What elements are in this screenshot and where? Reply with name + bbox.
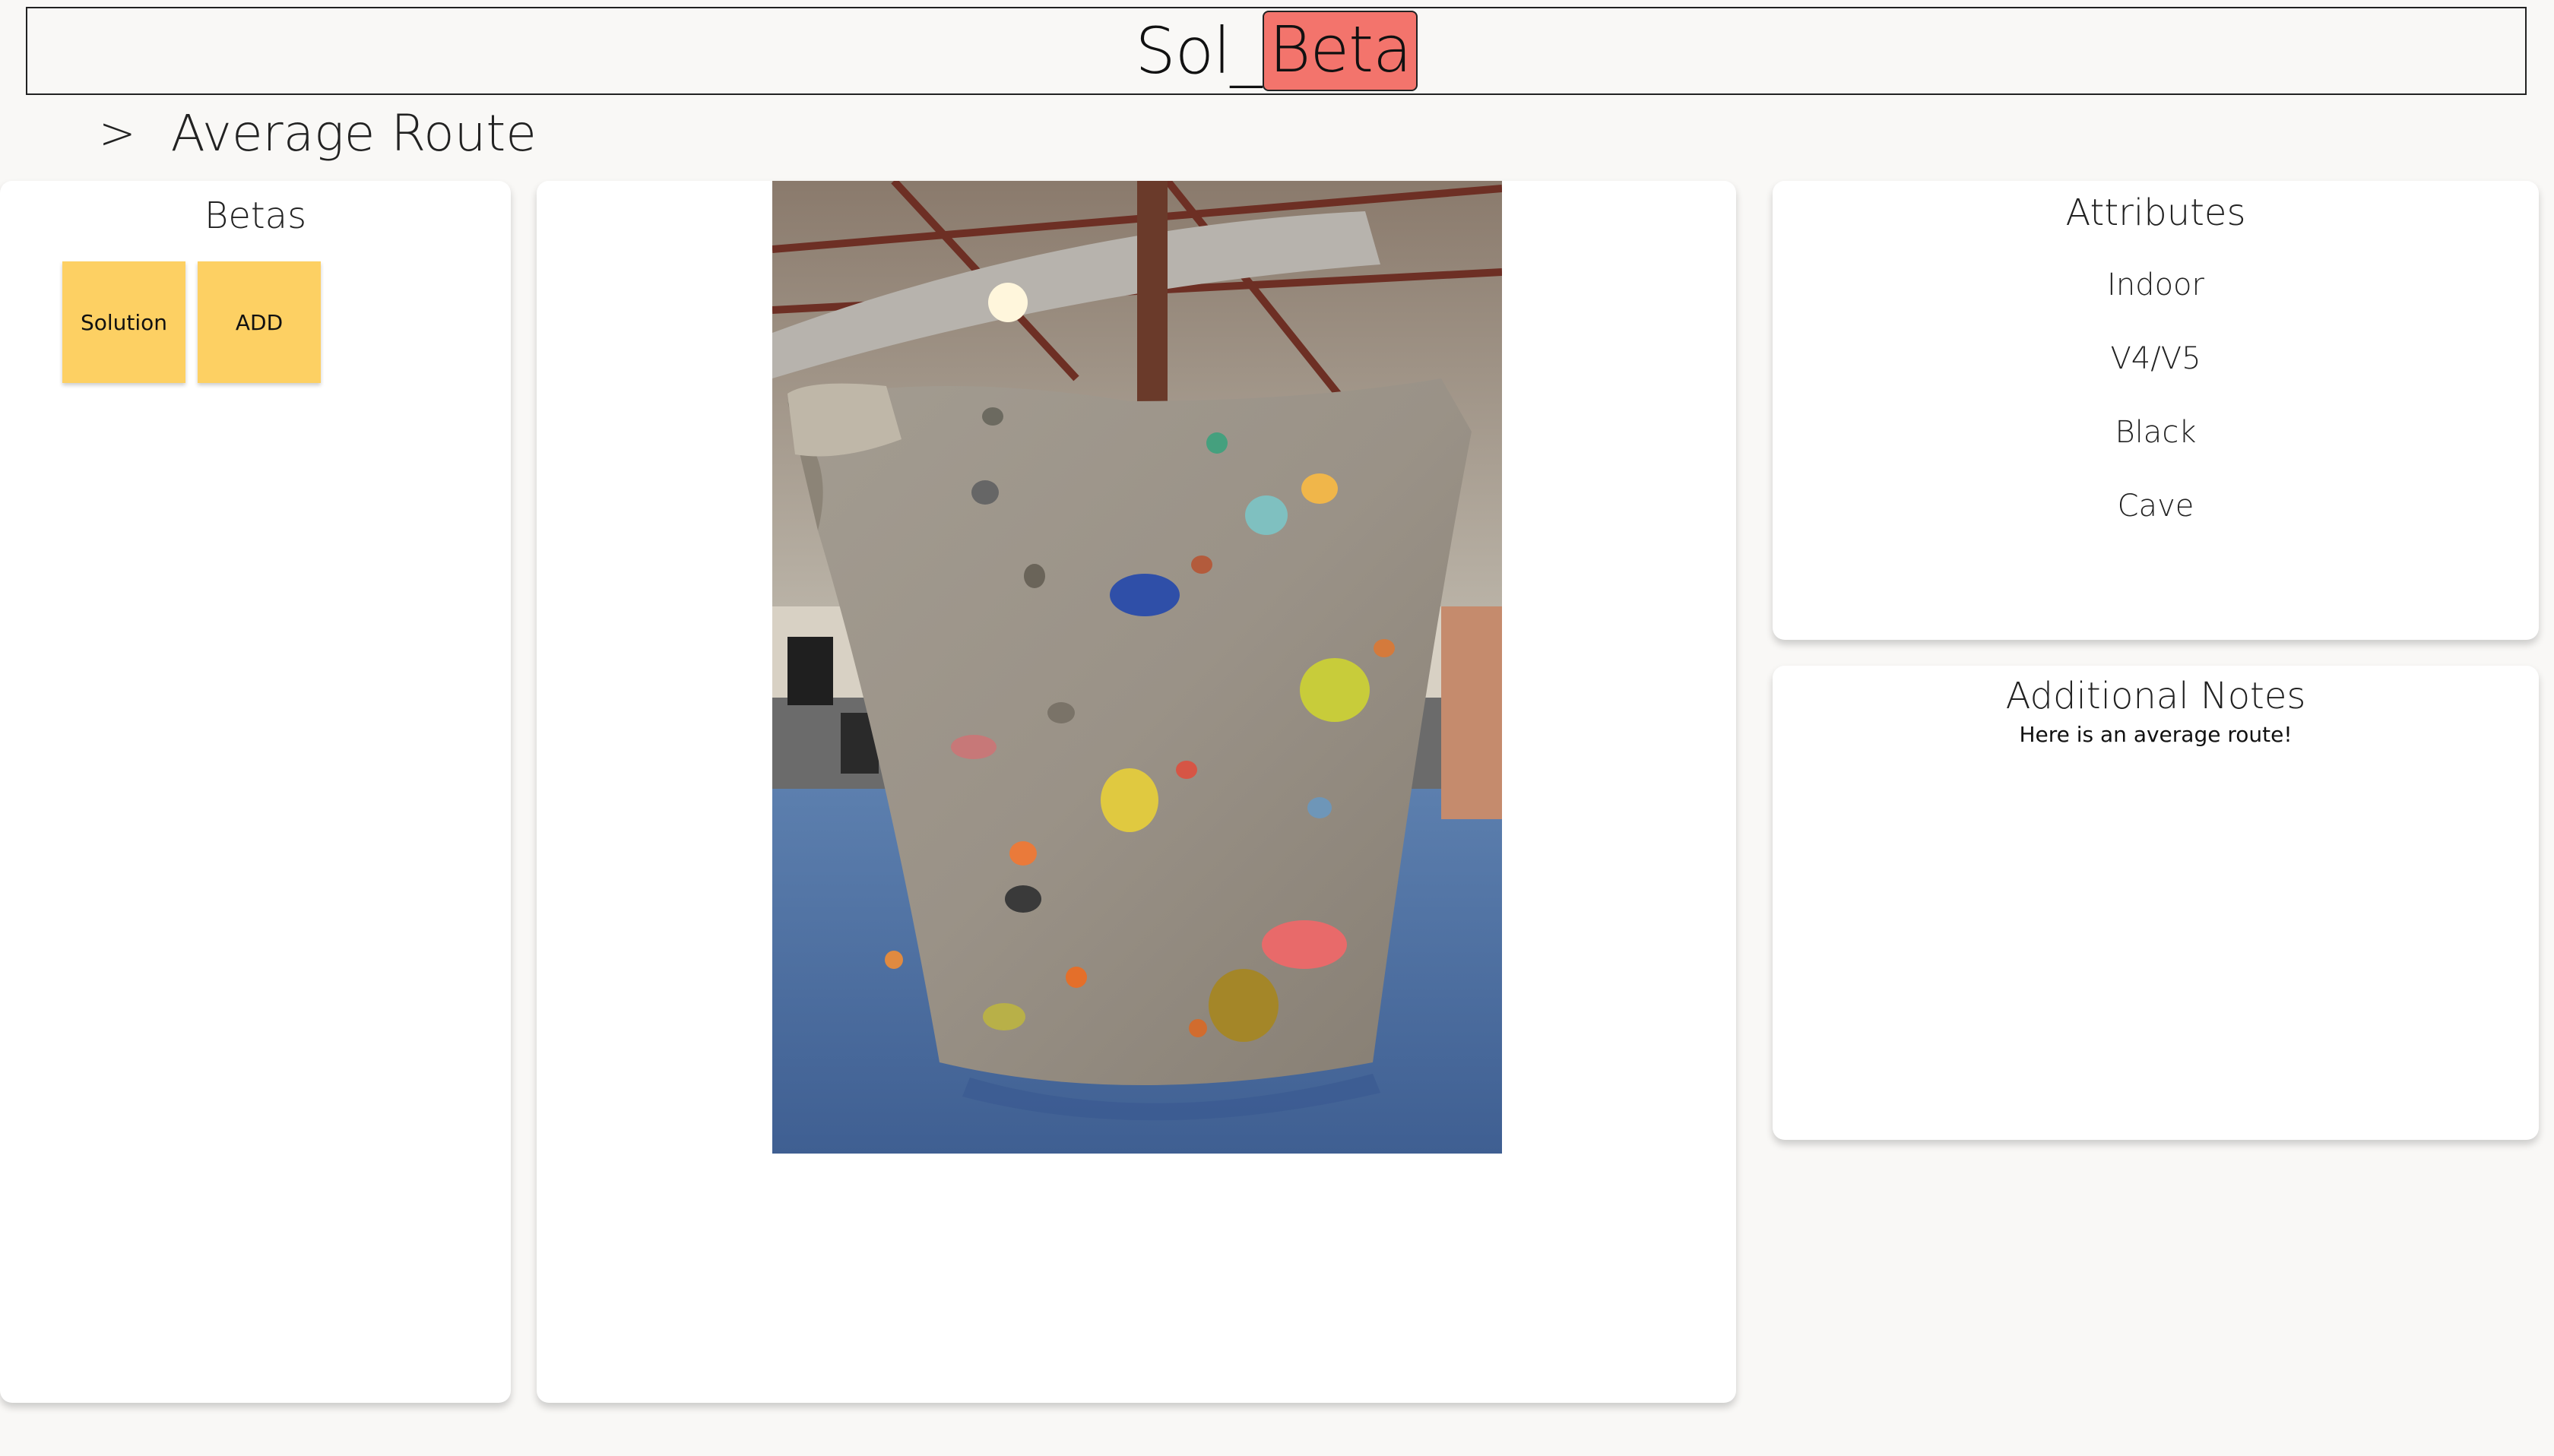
betas-panel: Betas Solution ADD [0, 181, 511, 1403]
attribute-wall-type: Cave [2117, 489, 2194, 524]
breadcrumb: > Average Route [99, 99, 537, 167]
app-header: Sol_ Beta [26, 7, 2527, 95]
add-beta-button[interactable]: ADD [198, 261, 321, 383]
app-logo[interactable]: Sol_ Beta [1135, 11, 1418, 91]
chevron-right-icon: > [99, 107, 136, 159]
attributes-panel: Attributes Indoor V4/V5 Black Cave [1773, 181, 2539, 640]
logo-accent: Beta [1263, 11, 1418, 91]
notes-panel: Additional Notes Here is an average rout… [1773, 666, 2539, 1140]
route-photo [772, 181, 1502, 1154]
attribute-list: Indoor V4/V5 Black Cave [1773, 266, 2539, 525]
notes-text: Here is an average route! [2019, 722, 2293, 747]
betas-title: Betas [204, 195, 307, 237]
attributes-title: Attributes [2065, 191, 2246, 234]
solution-beta-button[interactable]: Solution [62, 261, 185, 383]
notes-title: Additional Notes [2005, 675, 2306, 717]
attribute-environment: Indoor [2107, 267, 2204, 302]
beta-button-list: Solution ADD [62, 261, 321, 383]
route-image-panel [537, 181, 1736, 1403]
page-title: Average Route [170, 103, 537, 163]
logo-prefix: Sol_ [1135, 14, 1262, 88]
attribute-grade: V4/V5 [2110, 341, 2201, 376]
attribute-color: Black [2115, 415, 2197, 450]
